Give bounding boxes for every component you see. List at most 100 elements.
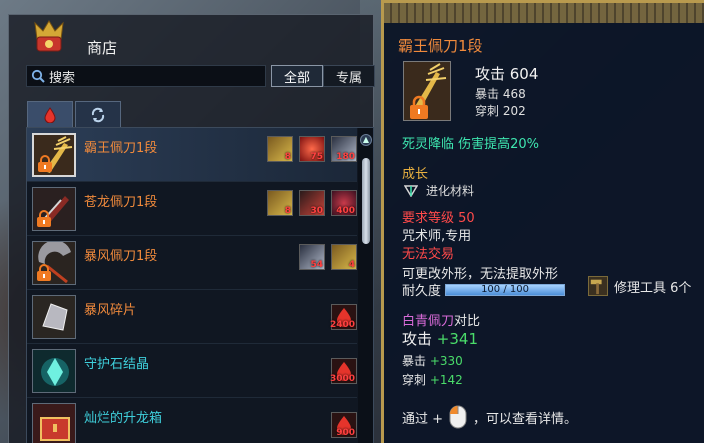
tooltip-item-icon [403,61,451,121]
shop-item-list: 霸王佩刀1段 8 75 180 苍龙佩刀1段 8 30 400 暴风佩刀1段 5… [26,127,374,443]
compare-crit-value: +330 [429,354,463,368]
item-name: 暴风佩刀1段 [84,249,158,264]
evolution-icon [404,184,418,197]
cost-qty: 900 [336,428,355,438]
attack-stat: 攻击 604 [475,65,539,83]
filter-tab-exclusive[interactable]: 专属 [323,65,375,87]
durability-bar: 100 / 100 [445,283,566,296]
growth-header: 成长 [402,167,429,182]
item-costs: 8 75 180 [261,136,357,162]
repair-label: 修理工具 6个 [614,280,692,296]
scrollbar-thumb[interactable] [362,158,370,244]
item-thumbnail [32,187,76,231]
filter-tab-all[interactable]: 全部 [271,65,323,87]
item-thumbnail [32,403,76,443]
hint-suffix: ，可以查看详情。 [473,411,578,427]
shop-item-row[interactable]: 守护石结晶 3000 [27,344,357,398]
storm-shard-icon [33,296,75,338]
red-shard-icon: 30 [299,190,325,216]
item-thumbnail [32,241,76,285]
compare-crit: 暴击 +330 [402,352,463,369]
search-input[interactable]: 搜索 [26,65,266,87]
item-tooltip: 霸王佩刀1段 攻击 604 暴击 468 穿刺 202 死灵降临 伤害提高20%… [381,0,704,443]
shop-item-row[interactable]: 暴风碎片 2400 [27,290,357,344]
compare-pierce-label: 穿刺 [402,373,427,387]
shop-item-row[interactable]: 灿烂的升龙箱 900 [27,398,357,443]
class-restriction: 咒术师,专用 [402,229,472,244]
red-flame-icon: 2400 [329,304,357,330]
gold-scroll-icon: 8 [267,190,293,216]
required-level: 要求等级 50 [402,211,475,226]
red-orb-icon: 75 [299,136,325,162]
item-costs: 8 30 400 [261,190,357,216]
compare-suffix: 对比 [454,314,481,329]
compare-header: 白青佩刀对比 [402,310,480,329]
scroll-up-button[interactable]: ▲ [360,134,372,146]
growth-item: 进化材料 [426,184,475,198]
detail-hint: 通过 + ，可以查看详情。 [402,405,577,429]
cost-qty: 400 [336,206,355,216]
filter-tabs: 全部 专属 [271,65,375,87]
item-name: 灿烂的升龙箱 [84,411,163,426]
item-thumbnail [32,295,76,339]
cost-qty: 3000 [329,374,355,384]
shop-emblem-icon [34,20,64,52]
cost-qty: 75 [310,152,323,162]
cost-qty: 2400 [329,320,355,330]
growth-entry: 进化材料 [404,182,474,199]
shop-title: 商店 [87,39,118,57]
lock-icon [37,210,51,227]
cost-qty: 8 [284,152,291,162]
crit-stat: 暴击 468 [475,87,526,101]
repair-tools: 修理工具 6个 [588,276,691,296]
cost-qty: 4 [348,260,355,270]
dragon-chest-icon [33,404,75,443]
compare-item-name: 白青佩刀 [402,314,455,329]
item-name: 暴风碎片 [84,303,137,318]
item-costs: 2400 [325,304,357,330]
hammer-icon [588,276,608,296]
special-effect: 死灵降临 伤害提高20% [402,137,540,152]
category-tab-refresh[interactable] [75,101,121,127]
red-flame-icon: 3000 [329,358,357,384]
shop-panel: 商店 搜索 全部 专属 霸王佩刀1段 8 75 180 苍龙佩刀1段 8 30 … [8,14,375,443]
compare-pierce-value: +142 [429,373,463,387]
cost-qty: 30 [310,206,323,216]
lock-icon [37,264,51,281]
shop-item-row[interactable]: 暴风佩刀1段 54 4 [27,236,357,290]
red-essence-icon: 400 [331,190,357,216]
gold-scroll-icon: 4 [331,244,357,270]
compare-crit-label: 暴击 [402,354,427,368]
gold-scroll-icon: 8 [267,136,293,162]
item-thumbnail [32,133,76,177]
red-flame-icon: 900 [331,412,357,438]
compare-attack: 攻击 +341 [402,328,478,349]
durability: 耐久度 100 / 100 [402,280,566,299]
cost-qty: 8 [284,206,291,216]
tooltip-item-name: 霸王佩刀1段 [398,37,483,55]
compare-attack-label: 攻击 [402,330,433,348]
category-tabs [27,101,123,127]
mouse-icon [449,405,467,429]
category-tab-currency[interactable] [27,101,73,127]
silver-stone-icon: 54 [299,244,325,270]
item-name: 苍龙佩刀1段 [84,195,158,210]
compare-pierce: 穿刺 +142 [402,371,463,388]
refresh-icon [91,107,105,122]
durability-label: 耐久度 [402,284,442,299]
cost-qty: 54 [310,260,323,270]
red-drop-icon [44,106,56,123]
shop-item-row[interactable]: 霸王佩刀1段 8 75 180 [27,128,357,182]
item-costs: 900 [325,412,357,438]
item-costs: 54 4 [293,244,357,270]
guardian-crystal-icon [33,350,75,392]
tooltip-ornament [384,3,704,23]
trade-restriction: 无法交易 [402,247,455,262]
search-placeholder: 搜索 [49,70,76,86]
pierce-stat: 穿刺 202 [475,104,526,118]
item-name: 霸王佩刀1段 [84,141,158,156]
item-name: 守护石结晶 [84,357,150,372]
item-thumbnail [32,349,76,393]
item-costs: 3000 [325,358,357,384]
shop-item-row[interactable]: 苍龙佩刀1段 8 30 400 [27,182,357,236]
